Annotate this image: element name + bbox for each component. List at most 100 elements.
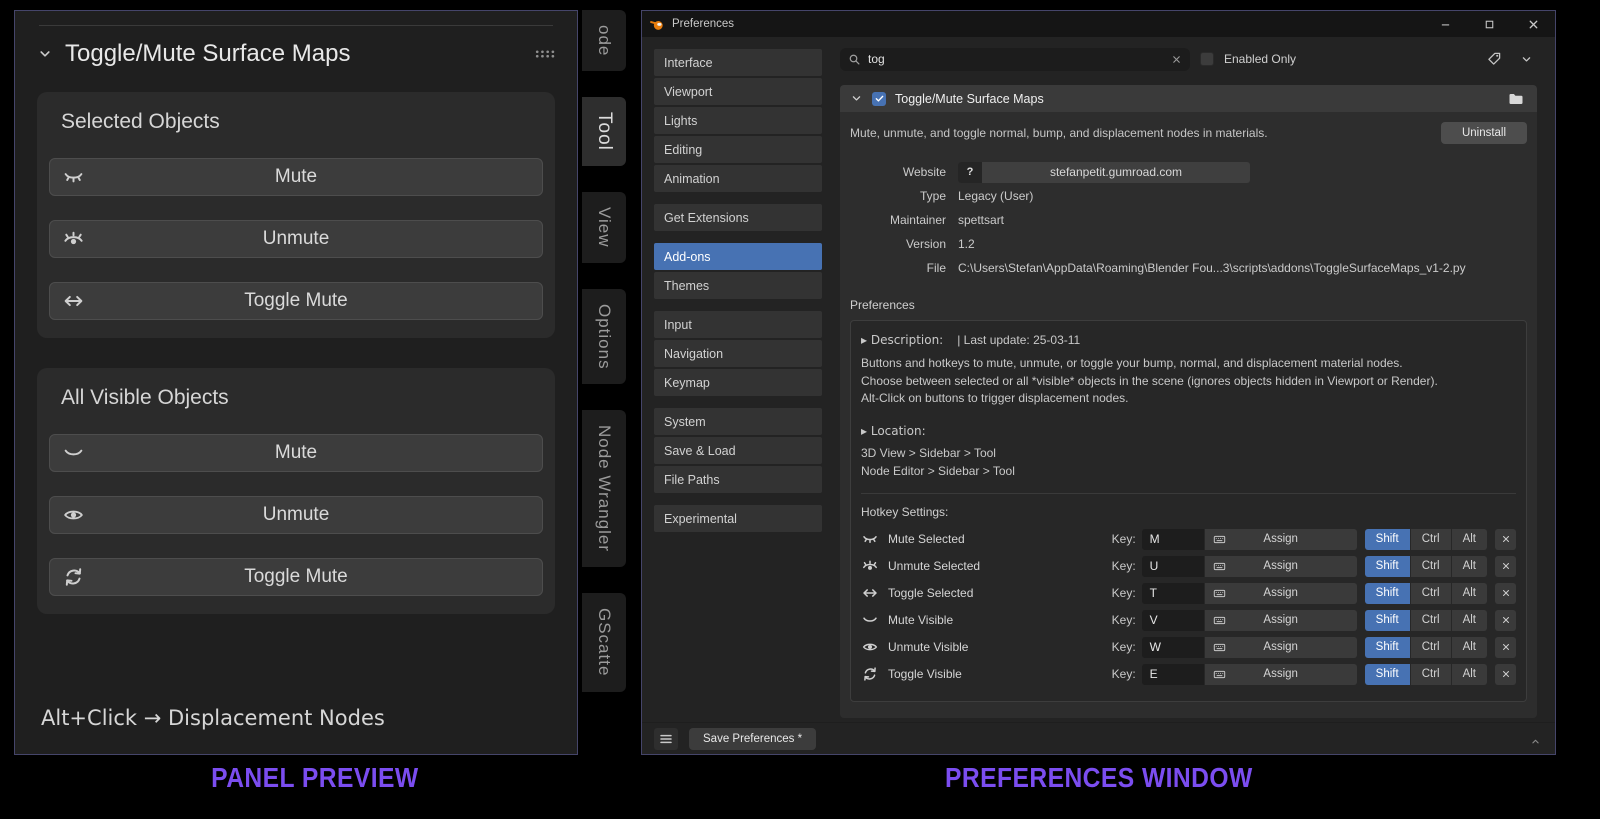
nav-item-experimental[interactable]: Experimental bbox=[654, 505, 822, 532]
key-field[interactable]: W bbox=[1141, 636, 1204, 658]
collapse-chevron-icon[interactable] bbox=[37, 46, 53, 62]
eye-closed-lashes-icon bbox=[63, 167, 84, 188]
filter-dropdown-button[interactable] bbox=[1515, 48, 1537, 70]
shift-toggle[interactable]: Shift bbox=[1364, 555, 1410, 577]
keyboard-icon bbox=[1213, 614, 1226, 627]
remove-hotkey-button[interactable] bbox=[1495, 609, 1516, 631]
ctrl-toggle[interactable]: Ctrl bbox=[1410, 636, 1451, 658]
window-controls bbox=[1423, 11, 1555, 37]
key-field[interactable]: V bbox=[1141, 609, 1204, 631]
shift-toggle[interactable]: Shift bbox=[1364, 636, 1410, 658]
toggle-mute-visible-button[interactable]: Toggle Mute bbox=[49, 558, 543, 596]
sidebar-tabstrip: ode Tool View Options Node Wrangler GSca… bbox=[582, 10, 630, 755]
nav-item-navigation[interactable]: Navigation bbox=[654, 340, 822, 367]
ctrl-toggle[interactable]: Ctrl bbox=[1410, 528, 1451, 550]
nav-item-themes[interactable]: Themes bbox=[654, 272, 822, 299]
alt-toggle[interactable]: Alt bbox=[1451, 636, 1487, 658]
panel-header: Toggle/Mute Surface Maps bbox=[37, 40, 555, 68]
nav-item-keymap[interactable]: Keymap bbox=[654, 369, 822, 396]
alt-toggle[interactable]: Alt bbox=[1451, 609, 1487, 631]
nav-item-input[interactable]: Input bbox=[654, 311, 822, 338]
key-field[interactable]: T bbox=[1141, 582, 1204, 604]
ctrl-toggle[interactable]: Ctrl bbox=[1410, 609, 1451, 631]
key-caption: Key: bbox=[1111, 586, 1136, 600]
window-title: Preferences bbox=[672, 18, 735, 30]
ctrl-toggle[interactable]: Ctrl bbox=[1410, 663, 1451, 685]
last-update: | Last update: 25-03-11 bbox=[957, 333, 1081, 347]
nav-item-addons[interactable]: Add-ons bbox=[654, 243, 822, 270]
tab-tool[interactable]: Tool bbox=[582, 97, 626, 167]
nav-item-lights[interactable]: Lights bbox=[654, 107, 822, 134]
key-field[interactable]: E bbox=[1141, 663, 1204, 685]
mute-visible-button[interactable]: Mute bbox=[49, 434, 543, 472]
nav-item-save-load[interactable]: Save & Load bbox=[654, 437, 822, 464]
location-line: Node Editor > Sidebar > Tool bbox=[861, 463, 1015, 478]
key-field[interactable]: U bbox=[1141, 555, 1204, 577]
mute-selected-button[interactable]: Mute bbox=[49, 158, 543, 196]
tags-filter-button[interactable] bbox=[1483, 48, 1505, 70]
tab-view[interactable]: View bbox=[582, 192, 626, 263]
nav-item-system[interactable]: System bbox=[654, 408, 822, 435]
hamburger-menu-button[interactable] bbox=[654, 727, 678, 750]
field-row-version: Version 1.2 bbox=[850, 232, 1527, 256]
remove-hotkey-button[interactable] bbox=[1495, 528, 1516, 550]
assign-button[interactable]: Assign bbox=[1204, 663, 1357, 685]
scroll-up-indicator-icon[interactable] bbox=[1530, 736, 1541, 747]
clear-search-icon[interactable] bbox=[1171, 54, 1182, 65]
nav-item-file-paths[interactable]: File Paths bbox=[654, 466, 822, 493]
addon-header[interactable]: Toggle/Mute Surface Maps bbox=[840, 85, 1537, 112]
addon-enabled-checkbox[interactable] bbox=[872, 91, 886, 106]
alt-toggle[interactable]: Alt bbox=[1451, 555, 1487, 577]
hotkey-label: Mute Selected bbox=[888, 532, 965, 546]
expand-chevron-icon[interactable] bbox=[850, 92, 863, 105]
selected-objects-box: Selected Objects Mute Unmute Toggle Mute bbox=[37, 92, 555, 338]
save-preferences-button[interactable]: Save Preferences * bbox=[689, 727, 817, 750]
remove-hotkey-button[interactable] bbox=[1495, 555, 1516, 577]
addon-body: Mute, unmute, and toggle normal, bump, a… bbox=[840, 112, 1537, 718]
toggle-mute-selected-button[interactable]: Toggle Mute bbox=[49, 282, 543, 320]
addon-summary: Mute, unmute, and toggle normal, bump, a… bbox=[850, 126, 1268, 140]
assign-button[interactable]: Assign bbox=[1204, 528, 1357, 550]
remove-hotkey-button[interactable] bbox=[1495, 663, 1516, 685]
grip-icon[interactable] bbox=[535, 49, 555, 59]
nav-item-viewport[interactable]: Viewport bbox=[654, 78, 822, 105]
alt-toggle[interactable]: Alt bbox=[1451, 582, 1487, 604]
tab-gscatter[interactable]: GScatte bbox=[582, 593, 626, 692]
ctrl-toggle[interactable]: Ctrl bbox=[1410, 555, 1451, 577]
enabled-only-checkbox[interactable] bbox=[1200, 52, 1214, 66]
addon-entry: Toggle/Mute Surface Maps Mute, unmute, a… bbox=[840, 85, 1537, 718]
key-field[interactable]: M bbox=[1141, 528, 1204, 550]
uninstall-button[interactable]: Uninstall bbox=[1441, 122, 1527, 144]
shift-toggle[interactable]: Shift bbox=[1364, 609, 1410, 631]
unmute-visible-button[interactable]: Unmute bbox=[49, 496, 543, 534]
search-input[interactable]: tog bbox=[840, 47, 1190, 71]
minimize-button[interactable] bbox=[1423, 11, 1467, 37]
nav-item-interface[interactable]: Interface bbox=[654, 49, 822, 76]
shift-toggle[interactable]: Shift bbox=[1364, 528, 1410, 550]
tab-node-wrangler[interactable]: Node Wrangler bbox=[582, 410, 626, 568]
nav-item-get-extensions[interactable]: Get Extensions bbox=[654, 204, 822, 231]
assign-button[interactable]: Assign bbox=[1204, 609, 1357, 631]
assign-button[interactable]: Assign bbox=[1204, 582, 1357, 604]
assign-button[interactable]: Assign bbox=[1204, 636, 1357, 658]
tab-node[interactable]: ode bbox=[582, 10, 626, 72]
close-button[interactable] bbox=[1511, 11, 1555, 37]
arrows-horizontal-icon bbox=[861, 585, 879, 601]
help-icon: ? bbox=[958, 161, 982, 183]
tab-options[interactable]: Options bbox=[582, 288, 626, 385]
remove-hotkey-button[interactable] bbox=[1495, 582, 1516, 604]
alt-toggle[interactable]: Alt bbox=[1451, 528, 1487, 550]
ctrl-toggle[interactable]: Ctrl bbox=[1410, 582, 1451, 604]
folder-icon[interactable] bbox=[1505, 88, 1527, 110]
assign-button[interactable]: Assign bbox=[1204, 555, 1357, 577]
maximize-button[interactable] bbox=[1467, 11, 1511, 37]
remove-hotkey-button[interactable] bbox=[1495, 636, 1516, 658]
unmute-selected-button[interactable]: Unmute bbox=[49, 220, 543, 258]
alt-toggle[interactable]: Alt bbox=[1451, 663, 1487, 685]
website-button[interactable]: ? stefanpetit.gumroad.com bbox=[958, 161, 1250, 183]
shift-toggle[interactable]: Shift bbox=[1364, 663, 1410, 685]
nav-item-animation[interactable]: Animation bbox=[654, 165, 822, 192]
nav-item-editing[interactable]: Editing bbox=[654, 136, 822, 163]
nav-separator bbox=[654, 301, 822, 311]
shift-toggle[interactable]: Shift bbox=[1364, 582, 1410, 604]
